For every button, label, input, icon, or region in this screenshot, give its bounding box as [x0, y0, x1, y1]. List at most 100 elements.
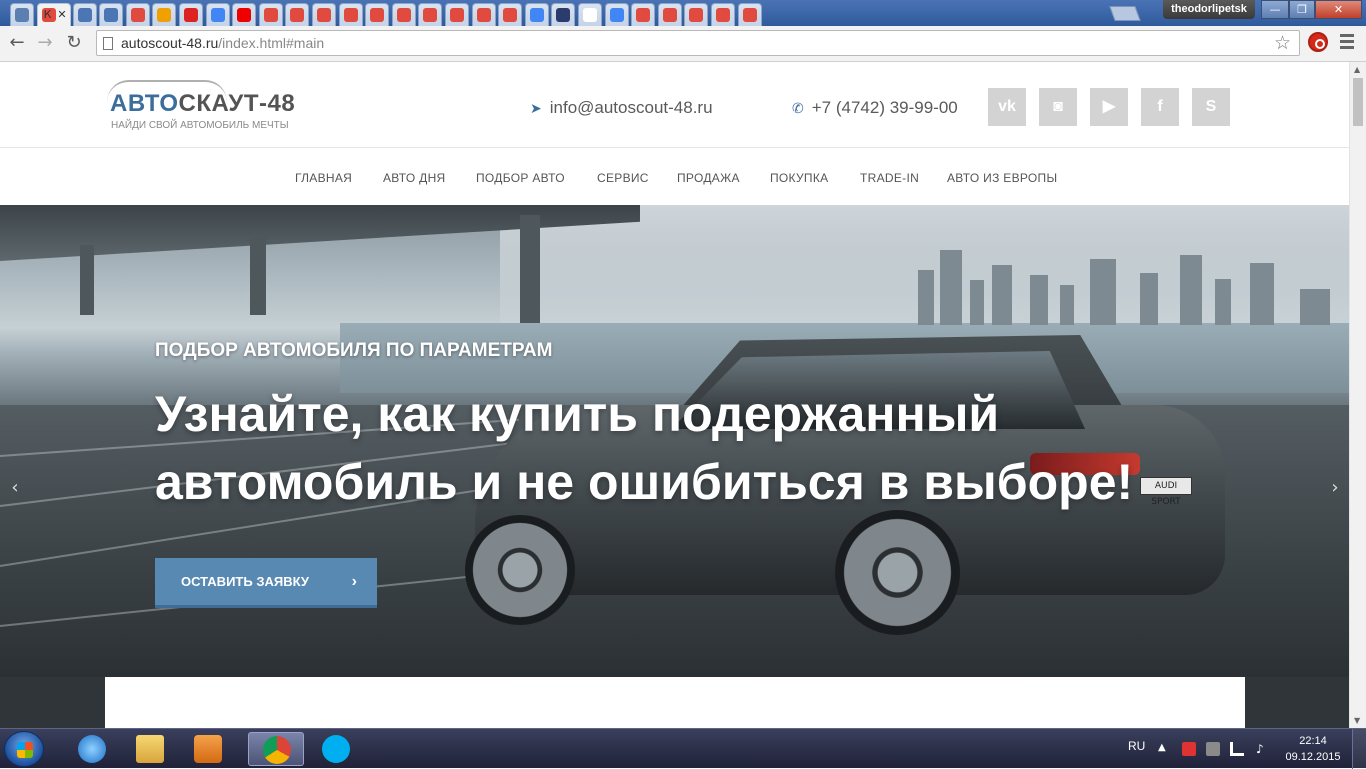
nav-item[interactable]: АВТО ИЗ ЕВРОПЫ: [947, 171, 1057, 185]
chrome-taskbar-icon[interactable]: [248, 732, 304, 766]
forward-icon[interactable]: →: [34, 32, 56, 54]
power-icon[interactable]: [1206, 742, 1220, 756]
maximize-button[interactable]: ❐: [1289, 0, 1315, 19]
page-icon: [103, 37, 113, 50]
browser-tab[interactable]: [604, 3, 629, 26]
system-clock[interactable]: 22:14 09.12.2015: [1283, 733, 1343, 765]
reload-icon[interactable]: ↻: [63, 32, 85, 54]
media-player-taskbar-icon[interactable]: [180, 732, 236, 766]
page-scrollbar[interactable]: ▲ ▼: [1349, 62, 1366, 728]
browser-tab[interactable]: [551, 3, 576, 26]
browser-tab[interactable]: [205, 3, 230, 26]
action-center-icon[interactable]: [1182, 742, 1196, 756]
browser-tab[interactable]: [711, 3, 735, 26]
explorer-taskbar-icon[interactable]: [122, 732, 178, 766]
scroll-thumb[interactable]: [1353, 78, 1363, 126]
browser-tab[interactable]: [72, 3, 97, 26]
tab-favicon-icon: [317, 8, 331, 22]
nav-item[interactable]: АВТО ДНЯ: [383, 171, 446, 185]
browser-tab[interactable]: [10, 3, 34, 26]
browser-tab[interactable]: [684, 3, 709, 26]
vk-icon[interactable]: vk: [988, 88, 1026, 126]
browser-tab[interactable]: К ✕: [36, 3, 71, 26]
nav-item[interactable]: ПОКУПКА: [770, 171, 828, 185]
tab-favicon-icon: [77, 8, 92, 22]
scroll-up-icon[interactable]: ▲: [1354, 65, 1360, 74]
facebook-icon[interactable]: f: [1141, 88, 1179, 126]
bookmark-star-icon[interactable]: ☆: [1274, 32, 1291, 54]
extension-icon[interactable]: [1308, 32, 1328, 52]
car-wheel: [465, 515, 575, 625]
logo-tagline: НАЙДИ СВОЙ АВТОМОБИЛЬ МЕЧТЫ: [111, 120, 289, 131]
nav-item[interactable]: ПОДБОР АВТО: [476, 171, 565, 185]
browser-tab[interactable]: [524, 3, 549, 26]
browser-tab[interactable]: [285, 3, 310, 26]
browser-tab[interactable]: [338, 3, 363, 26]
tab-favicon-icon: [556, 8, 571, 22]
browser-tab[interactable]: [152, 3, 177, 26]
skype-icon[interactable]: S: [1192, 88, 1230, 126]
close-window-button[interactable]: ✕: [1315, 0, 1362, 19]
youtube-icon[interactable]: ▶: [1090, 88, 1128, 126]
tab-favicon-icon: [476, 8, 491, 22]
browser-tab[interactable]: [232, 3, 257, 26]
hero-skyline: [900, 235, 1349, 325]
network-icon[interactable]: [1230, 742, 1244, 756]
browser-tab[interactable]: [657, 3, 682, 26]
browser-menu-icon[interactable]: [1340, 34, 1354, 52]
site-logo[interactable]: АВТОСКАУТ-48 НАЙДИ СВОЙ АВТОМОБИЛЬ МЕЧТЫ: [105, 78, 315, 134]
nav-item[interactable]: ГЛАВНАЯ: [295, 171, 352, 185]
logo-part2: СКАУТ-48: [178, 90, 296, 117]
chevron-right-icon: ›: [351, 573, 357, 590]
browser-tab[interactable]: [365, 3, 390, 26]
browser-tab[interactable]: [445, 3, 469, 26]
nav-item[interactable]: ПРОДАЖА: [677, 171, 740, 185]
browser-tab[interactable]: [125, 3, 150, 26]
car-wheel: [835, 510, 960, 635]
browser-tab[interactable]: [258, 3, 283, 26]
paper-plane-icon: ➤: [530, 100, 542, 116]
browser-tab[interactable]: [737, 3, 762, 26]
slider-prev-arrow[interactable]: ‹: [0, 473, 30, 503]
browser-tab[interactable]: [578, 3, 602, 26]
ie-taskbar-icon[interactable]: [64, 732, 120, 766]
close-tab-icon[interactable]: ✕: [57, 8, 66, 21]
skype-taskbar-icon[interactable]: [308, 732, 364, 766]
volume-icon[interactable]: ♪: [1256, 742, 1270, 756]
content-panel: [105, 677, 1245, 728]
instagram-icon[interactable]: ◙: [1039, 88, 1077, 126]
slider-next-arrow[interactable]: ›: [1320, 473, 1349, 503]
tray-expand-icon[interactable]: ▲: [1158, 742, 1172, 756]
browser-tab[interactable]: [179, 3, 203, 26]
logo-part1: АВТО: [110, 90, 179, 117]
browser-tab[interactable]: [498, 3, 523, 26]
profile-badge[interactable]: theodorlipetsk: [1163, 0, 1255, 19]
browser-tab[interactable]: [99, 3, 124, 26]
contact-phone[interactable]: ✆ +7 (4742) 39-99-00: [792, 98, 958, 118]
language-indicator[interactable]: RU: [1128, 739, 1145, 753]
phone-icon: ✆: [792, 100, 804, 116]
browser-tab[interactable]: [312, 3, 336, 26]
tab-favicon-icon: [529, 8, 544, 22]
submit-request-button[interactable]: ОСТАВИТЬ ЗАЯВКУ ›: [155, 558, 377, 608]
windows-taskbar: RU ▲ ♪ 22:14 09.12.2015: [0, 728, 1366, 769]
scroll-down-icon[interactable]: ▼: [1354, 716, 1360, 725]
show-desktop-button[interactable]: [1352, 729, 1366, 769]
tab-favicon-icon: [343, 8, 358, 22]
start-button[interactable]: [4, 731, 44, 767]
new-tab-button[interactable]: [1109, 6, 1141, 21]
contact-email[interactable]: ➤ info@autoscout-48.ru: [530, 98, 713, 118]
tab-favicon-icon: [662, 8, 677, 22]
browser-tab[interactable]: [471, 3, 496, 26]
back-icon[interactable]: ←: [6, 32, 28, 54]
bridge-pillar: [80, 245, 94, 315]
nav-item[interactable]: СЕРВИС: [597, 171, 649, 185]
tab-favicon-icon: [583, 8, 597, 22]
browser-tab[interactable]: [631, 3, 656, 26]
tab-favicon-icon: [396, 8, 411, 22]
browser-tab[interactable]: [391, 3, 416, 26]
minimize-button[interactable]: —: [1261, 0, 1289, 19]
nav-item[interactable]: TRADE-IN: [860, 171, 919, 185]
browser-tab[interactable]: [418, 3, 443, 26]
address-bar[interactable]: autoscout-48.ru/index.html#main ☆: [96, 30, 1300, 56]
